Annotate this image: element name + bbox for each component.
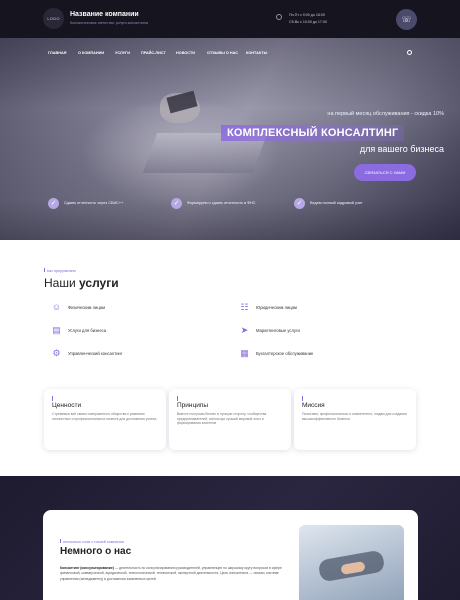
handshake-photo [299, 525, 404, 600]
card-text: Вместе построим бизнес в лучшую сторону,… [177, 412, 267, 426]
card-title: Ценности [52, 402, 82, 409]
hero-headline: КОМПЛЕКСНЫЙ КОНСАЛТИНГ [221, 125, 405, 141]
company-name: Название компании [70, 11, 139, 18]
contact-us-button[interactable]: СВЯЗАТЬСЯ С НАМИ [354, 164, 416, 181]
hero-subline: для вашего бизнеса [359, 144, 444, 154]
nav-item-news[interactable]: НОВОСТИ [176, 51, 195, 55]
hours-weekdays: Пн-Пт с 9:00 до 18:00 [289, 13, 325, 17]
card-text: Помогаем, профессионально и компетентно,… [302, 412, 407, 421]
nav-item-contacts[interactable]: КОНТАКТЫ [246, 51, 267, 55]
user-icon: ☺ [51, 302, 62, 312]
calculator-icon: ▦ [240, 348, 249, 358]
briefcase-icon: ☷ [240, 302, 249, 312]
search-icon[interactable] [407, 50, 412, 55]
hours-weekend: Сб-Вс с 10:00 до 17:00 [289, 20, 327, 24]
about-title: Немного о нас [60, 546, 132, 557]
nav-item-services[interactable]: УСЛУГИ [115, 51, 130, 55]
gear-icon: ⚙ [52, 348, 61, 358]
checkmark-icon: ✓ [48, 198, 59, 209]
about-text: Консалтинг (консультирование) — деятельн… [60, 566, 282, 581]
nav-item-about[interactable]: О КОМПАНИИ [78, 51, 104, 55]
megaphone-icon: ➤ [240, 325, 249, 335]
services-title: Наши услуги [44, 276, 119, 290]
card-title: Принципы [177, 402, 209, 409]
checkmark-icon: ✓ [171, 198, 182, 209]
checkmark-icon: ✓ [294, 198, 305, 209]
card-title: Миссия [302, 402, 325, 409]
card-values: Ценности Стремимся всё своим совершенног… [44, 389, 166, 450]
logo[interactable]: LOGO [43, 8, 64, 29]
promo-text: на первый месяц обслуживания - скидка 10… [327, 111, 444, 117]
about-card: несколько слов о нашей компании Немного … [43, 510, 418, 600]
about-tag: несколько слов о нашей компании [60, 539, 124, 544]
top-header: LOGO Название компании Консалтинговое аг… [0, 0, 460, 38]
chart-icon: ▤ [52, 325, 61, 335]
phone-icon[interactable]: ☏ [396, 9, 417, 30]
clock-icon [276, 14, 282, 20]
card-text: Стремимся всё своим совершенного обществ… [52, 412, 157, 421]
hero-features: ✓ Сдаем отчетность через СБИС++ ✓ Формир… [0, 196, 460, 214]
nav-item-prices[interactable]: ПРАЙС-ЛИСТ [141, 51, 166, 55]
card-principles: Принципы Вместе построим бизнес в лучшую… [169, 389, 291, 450]
services-tag: мы предлагаем [44, 268, 76, 273]
nav-item-reviews[interactable]: ОТЗЫВЫ О НАС [207, 51, 238, 55]
nav-item-home[interactable]: ГЛАВНАЯ [48, 51, 66, 55]
card-mission: Миссия Помогаем, профессионально и компе… [294, 389, 416, 450]
hero-banner: ГЛАВНАЯ О КОМПАНИИ УСЛУГИ ПРАЙС-ЛИСТ НОВ… [0, 38, 460, 240]
company-tagline: Консалтинговое агентство: услуги консалт… [70, 21, 148, 25]
main-nav: ГЛАВНАЯ О КОМПАНИИ УСЛУГИ ПРАЙС-ЛИСТ НОВ… [0, 50, 460, 61]
